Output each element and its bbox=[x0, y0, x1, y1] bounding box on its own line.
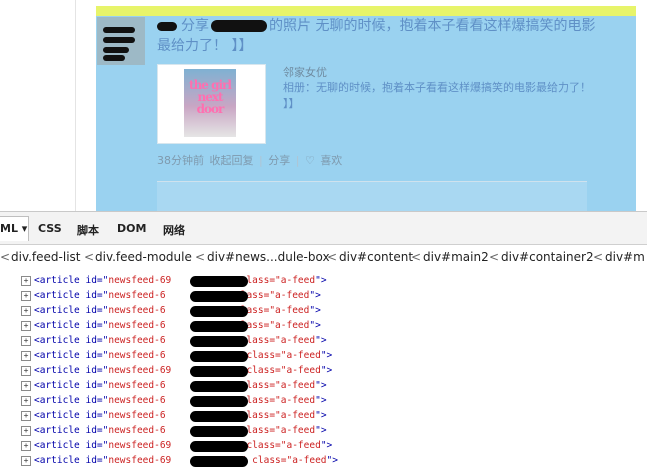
tree-row-text: <article id="newsfeed-69 8" class="a-feed… bbox=[34, 440, 333, 451]
breadcrumb-item[interactable]: div.feed-list bbox=[11, 250, 81, 264]
tree-row-text: <article id="newsfeed-69" class="a-feed"… bbox=[34, 275, 327, 286]
tree-row-text: <article id="newsfeed-6 " class="a-feed"> bbox=[34, 320, 321, 331]
breadcrumb-item[interactable]: div#main2 bbox=[423, 250, 489, 264]
devtools-tabbar: ML ▾ CSS 脚本 DOM 网络 bbox=[0, 211, 647, 245]
post-prefix: 分享 bbox=[181, 18, 209, 34]
expand-toggle-icon[interactable]: + bbox=[21, 381, 31, 391]
post-text: 分享 的照片 无聊的时候，抱着本子看看这样爆搞笑的电影最给力了！ 】】 bbox=[157, 16, 597, 56]
share-link[interactable]: 分享 bbox=[268, 154, 290, 167]
like-link[interactable]: 喜欢 bbox=[320, 154, 342, 167]
redacted-id bbox=[190, 396, 248, 407]
redacted-id bbox=[190, 456, 248, 467]
redacted-id bbox=[190, 321, 248, 332]
page-content: 分享 的照片 无聊的时候，抱着本子看看这样爆搞笑的电影最给力了！ 】】 the g… bbox=[0, 0, 647, 212]
post-actions: 38分钟前 收起回复 | 分享 | ♡ 喜欢 bbox=[157, 152, 344, 168]
tree-row-text: <article id="newsfeed-6 2" class="a-feed"… bbox=[34, 380, 327, 391]
tree-row-text: <article id="newsfeed-6 " class="a-feed"> bbox=[34, 305, 321, 316]
breadcrumb: < div.feed-list < div.feed-module < div#… bbox=[0, 250, 645, 264]
devtools-panel: ML ▾ CSS 脚本 DOM 网络 < div.feed-list < div… bbox=[0, 211, 647, 472]
redacted-name bbox=[157, 21, 177, 31]
redacted-id bbox=[190, 426, 248, 437]
post-time: 38分钟前 bbox=[157, 154, 204, 167]
avatar[interactable] bbox=[97, 17, 145, 65]
expand-toggle-icon[interactable]: + bbox=[21, 456, 31, 466]
action-separator: | bbox=[259, 154, 263, 167]
expand-toggle-icon[interactable]: + bbox=[21, 441, 31, 451]
redacted-id bbox=[190, 291, 248, 302]
shared-album-author[interactable]: 邻家女优 bbox=[283, 64, 327, 80]
tree-row-text: <article id="newsfeed-69" class="a-feed"… bbox=[34, 395, 327, 406]
like-icon[interactable]: ♡ bbox=[305, 154, 315, 167]
action-separator: | bbox=[295, 154, 300, 167]
tree-row-text: <article id="newsfeed-6 8" class="a-feed"… bbox=[34, 335, 327, 346]
tab-script[interactable]: 脚本 bbox=[77, 222, 99, 238]
expand-toggle-icon[interactable]: + bbox=[21, 366, 31, 376]
breadcrumb-item[interactable]: div.feed-module bbox=[95, 250, 192, 264]
breadcrumb-item[interactable]: div#content bbox=[339, 250, 413, 264]
redacted-name bbox=[211, 20, 267, 32]
tree-row-text: <article id="newsfeed-69 51" class="a-fee… bbox=[34, 455, 338, 466]
expand-toggle-icon[interactable]: + bbox=[21, 321, 31, 331]
photo-thumbnail[interactable]: the girl next door bbox=[157, 64, 266, 144]
redacted-id bbox=[190, 306, 248, 317]
redacted-id bbox=[190, 336, 248, 347]
collapse-reply-link[interactable]: 收起回复 bbox=[210, 154, 254, 167]
expand-toggle-icon[interactable]: + bbox=[21, 291, 31, 301]
tree-row-text: <article id="newsfeed-6 6" class="a-feed"… bbox=[34, 410, 327, 421]
tab-net[interactable]: 网络 bbox=[163, 222, 185, 238]
column-divider bbox=[75, 0, 76, 211]
expand-toggle-icon[interactable]: + bbox=[21, 351, 31, 361]
redacted-id bbox=[190, 441, 248, 452]
poster-title: the girl next door bbox=[189, 78, 232, 116]
movie-poster-image: the girl next door bbox=[184, 69, 236, 137]
expand-toggle-icon[interactable]: + bbox=[21, 276, 31, 286]
expand-toggle-icon[interactable]: + bbox=[21, 396, 31, 406]
redacted-id bbox=[190, 381, 248, 392]
tab-html[interactable]: ML ▾ bbox=[0, 216, 29, 241]
breadcrumb-item[interactable]: div#container2 bbox=[501, 250, 594, 264]
expand-toggle-icon[interactable]: + bbox=[21, 426, 31, 436]
breadcrumb-item[interactable]: div#m bbox=[605, 250, 645, 264]
tree-row-text: <article id="newsfeed-6 86" class="a-feed… bbox=[34, 350, 333, 361]
expand-toggle-icon[interactable]: + bbox=[21, 411, 31, 421]
tab-css[interactable]: CSS bbox=[38, 222, 62, 235]
tree-row-text: <article id="newsfeed-69 2" class="a-feed… bbox=[34, 365, 333, 376]
tree-row-text: <article id="newsfeed-6 " class="a-feed"> bbox=[34, 290, 321, 301]
tab-dom[interactable]: DOM bbox=[117, 222, 146, 235]
expand-toggle-icon[interactable]: + bbox=[21, 306, 31, 316]
tree-row-text: <article id="newsfeed-6 5" class="a-feed"… bbox=[34, 425, 327, 436]
redacted-id bbox=[190, 411, 248, 422]
redacted-id bbox=[190, 366, 248, 377]
redacted-id bbox=[190, 351, 248, 362]
comment-box[interactable] bbox=[157, 181, 587, 212]
shared-album-description[interactable]: 相册：无聊的时候，抱着本子看看这样爆搞笑的电影最给力了！ 】】 bbox=[283, 80, 603, 112]
breadcrumb-item[interactable]: div#news...dule-box bbox=[207, 250, 330, 264]
redacted-id bbox=[190, 276, 248, 287]
expand-toggle-icon[interactable]: + bbox=[21, 336, 31, 346]
